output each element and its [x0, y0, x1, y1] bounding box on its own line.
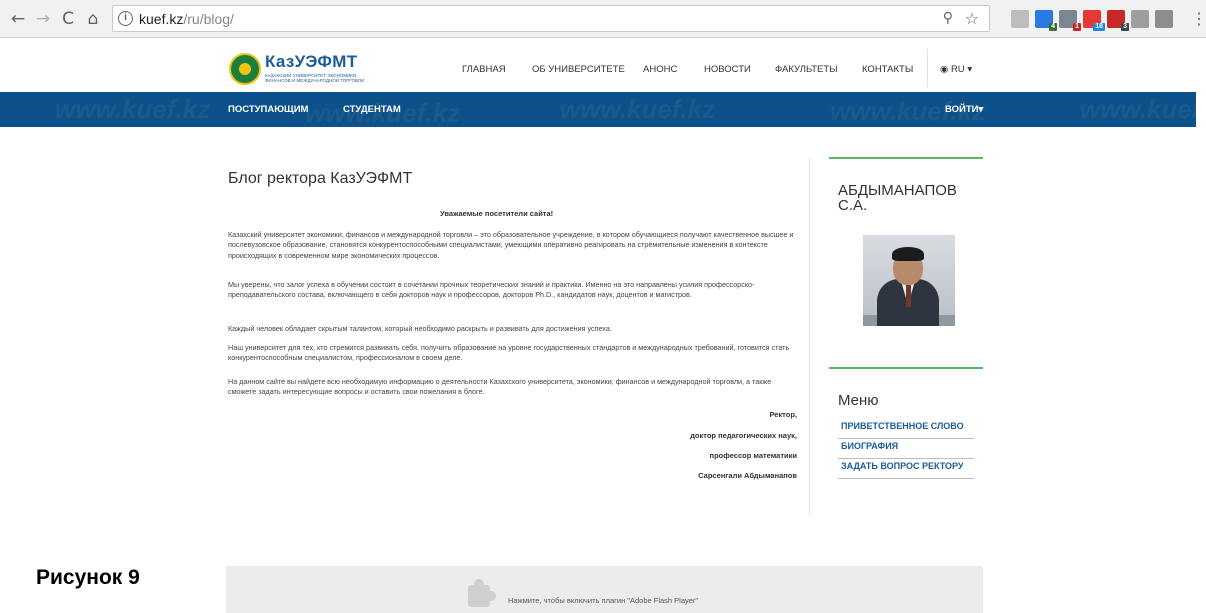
watermark: www.kuef.kz: [55, 94, 211, 124]
signature-rank: профессор математики: [709, 451, 797, 460]
rector-name: АБДЫМАНАПОВ С.А.: [838, 182, 957, 214]
login-label: ВОЙТИ: [945, 104, 979, 115]
address-bar[interactable]: i kuef.kz/ru/blog/ ⚲ ☆: [112, 5, 990, 32]
menu-link-ask-rector[interactable]: ЗАДАТЬ ВОПРОС РЕКТОРУ: [838, 459, 974, 479]
logo-subtitle: КАЗАХСКИЙ УНИВЕРСИТЕТ ЭКОНОМИКИ, ФИНАНСО…: [265, 73, 365, 83]
figure-caption: Рисунок 9: [36, 566, 140, 589]
menu-link-welcome[interactable]: ПРИВЕТСТВЕННОЕ СЛОВО: [838, 419, 974, 439]
paragraph: Казахский университет экономики, финансо…: [228, 230, 794, 260]
chevron-down-icon: ▾: [978, 104, 984, 115]
login-dropdown[interactable]: ВОЙТИ▾: [945, 104, 983, 115]
back-icon[interactable]: ←: [8, 9, 28, 29]
extension-badge: 1: [1073, 23, 1081, 31]
site-header: КазУЭФМТ КАЗАХСКИЙ УНИВЕРСИТЕТ ЭКОНОМИКИ…: [0, 39, 1196, 92]
browser-menu-icon[interactable]: ⋮: [1191, 9, 1206, 29]
menu-link-biography[interactable]: БИОГРАФИЯ: [838, 439, 974, 459]
watermark: www.kuef.kz: [560, 94, 716, 124]
g-ext-icon[interactable]: 18: [1083, 10, 1105, 31]
sidebar-box-rector: [829, 157, 983, 159]
content-divider: [809, 158, 810, 515]
reload-icon[interactable]: C: [58, 9, 78, 29]
paragraph: Мы уверены, что залог успеха в обучении …: [228, 280, 755, 300]
university-logo[interactable]: КазУЭФМТ КАЗАХСКИЙ УНИВЕРСИТЕТ ЭКОНОМИКИ…: [229, 52, 364, 85]
paragraph: На данном сайте вы найдете всю необходим…: [228, 377, 772, 397]
extension-badge: 4: [1049, 23, 1057, 31]
forward-icon[interactable]: →: [33, 9, 53, 29]
sidebar-box-menu: [829, 367, 983, 369]
secondary-nav: www.kuef.kz www.kuef.kz www.kuef.kz www.…: [0, 92, 1196, 127]
url-path: /ru/blog/: [183, 11, 234, 27]
box-ext-icon[interactable]: [1155, 10, 1173, 28]
nav-news[interactable]: НОВОСТИ: [704, 64, 751, 75]
nav-announcements[interactable]: АНОНС: [643, 64, 677, 75]
nav-about[interactable]: ОБ УНИВЕРСИТЕТЕ: [532, 64, 625, 75]
globe-icon: ◉: [940, 64, 949, 75]
paragraph: Наш университет для тех, кто стремится р…: [228, 343, 790, 363]
extension-badge: 18: [1093, 23, 1105, 31]
emblem-icon: [229, 53, 261, 85]
url-host: kuef.kz: [139, 11, 184, 27]
url-text[interactable]: kuef.kz/ru/blog/: [139, 11, 234, 27]
zoom-icon[interactable]: ⚲: [943, 10, 953, 26]
signature-name: Сарсенгали Абдыманапов: [698, 471, 797, 480]
nav-home[interactable]: ГЛАВНАЯ: [462, 64, 506, 75]
nav-applicants[interactable]: ПОСТУПАЮЩИМ: [228, 104, 308, 115]
browser-toolbar: ← → C ⌂ i kuef.kz/ru/blog/ ⚲ ☆ ⋮ 4 1 18 3: [0, 0, 1206, 38]
paragraph: Каждый человек обладает скрытым талантом…: [228, 324, 612, 333]
reader-ext-icon[interactable]: [1011, 10, 1029, 28]
signature-title: Ректор,: [769, 410, 797, 419]
logo-name: КазУЭФМТ: [265, 52, 358, 71]
signature-degree: доктор педагогических наук,: [690, 431, 797, 440]
extension-badge: 3: [1121, 23, 1129, 31]
chevron-down-icon: ▾: [967, 64, 973, 75]
pdf-ext-icon[interactable]: [1131, 10, 1149, 28]
home-icon[interactable]: ⌂: [83, 9, 103, 29]
nav-divider: [927, 49, 928, 87]
menu-title: Меню: [838, 392, 879, 409]
plugin-icon: [468, 579, 496, 607]
flash-plugin-placeholder[interactable]: Нажмите, чтобы включить плагин "Adobe Fl…: [226, 566, 983, 613]
rector-photo: [863, 235, 955, 326]
tool-ext-icon[interactable]: 1: [1059, 10, 1081, 31]
s-ext-icon[interactable]: 4: [1035, 10, 1057, 31]
language-label: RU: [950, 64, 965, 75]
watermark: www.kuef.kz: [1080, 94, 1196, 124]
bookmark-star-icon[interactable]: ☆: [965, 9, 979, 28]
flash-plugin-text: Нажмите, чтобы включить плагин "Adobe Fl…: [508, 596, 699, 605]
page-title: Блог ректора КазУЭФМТ: [228, 170, 413, 187]
greeting-heading: Уважаемые посетители сайта!: [440, 209, 554, 218]
site-info-icon[interactable]: i: [118, 11, 133, 26]
nav-faculties[interactable]: ФАКУЛЬТЕТЫ: [775, 64, 838, 75]
language-selector[interactable]: ◉ RU ▾: [940, 64, 972, 75]
shield-ext-icon[interactable]: 3: [1107, 10, 1129, 31]
nav-contacts[interactable]: КОНТАКТЫ: [862, 64, 913, 75]
nav-students[interactable]: СТУДЕНТАМ: [343, 104, 401, 115]
